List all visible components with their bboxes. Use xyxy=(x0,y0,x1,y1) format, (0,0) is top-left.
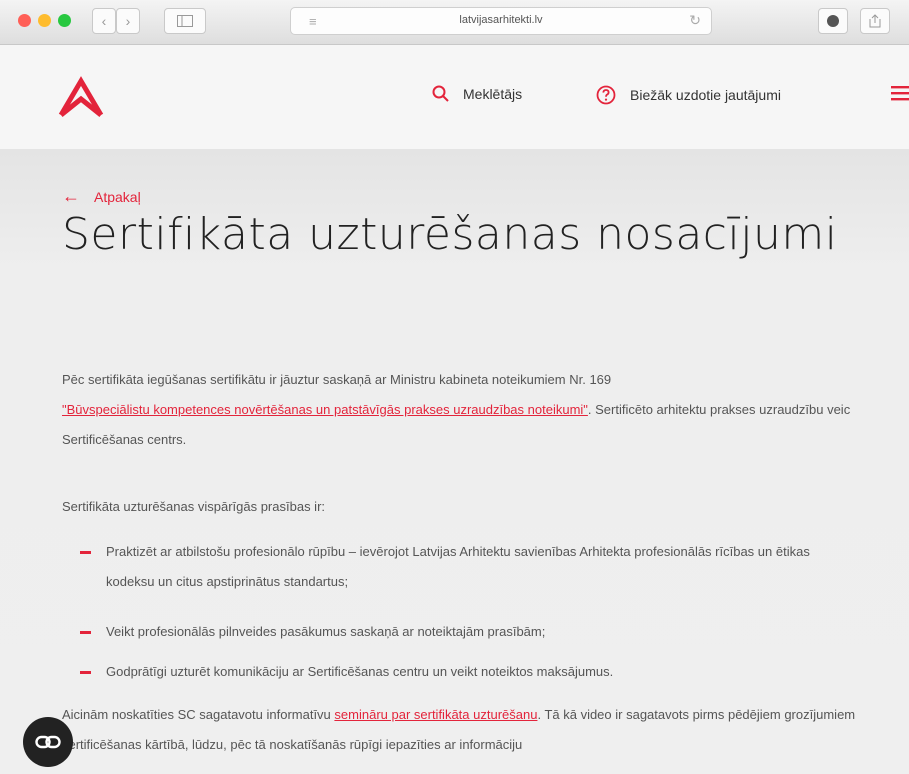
site-header: Meklētājs Biežāk uzdotie jautājumi xyxy=(0,45,909,149)
sidebar-toggle-button[interactable] xyxy=(164,8,206,34)
nav-faq[interactable]: Biežāk uzdotie jautājumi xyxy=(596,85,781,105)
address-text: latvijasarhitekti.lv xyxy=(459,14,543,26)
bullet-dash-icon xyxy=(80,631,91,634)
nav-search-label: Meklētājs xyxy=(463,85,523,102)
site-logo[interactable] xyxy=(58,75,104,124)
back-label: Atpakaļ xyxy=(94,188,141,205)
close-window-button[interactable] xyxy=(18,14,31,27)
browser-forward-button[interactable]: › xyxy=(116,8,140,34)
requirements-heading: Sertifikāta uzturēšanas vispārīgās prasī… xyxy=(62,499,326,514)
intro-text: Pēc sertifikāta iegūšanas sertifikātu ir… xyxy=(62,372,612,387)
browser-back-button[interactable]: ‹ xyxy=(92,8,116,34)
intro-paragraph: Pēc sertifikāta iegūšanas sertifikātu ir… xyxy=(62,365,862,455)
seminar-paragraph: Aicinām noskatīties SC sagatavotu inform… xyxy=(62,700,862,760)
bullet-dash-icon xyxy=(80,551,91,554)
link-icon xyxy=(35,735,61,749)
main-content: ← Atpakaļ Sertifikāta uzturēšanas nosacī… xyxy=(0,149,909,774)
search-icon xyxy=(432,85,449,102)
arrow-left-icon: ← xyxy=(62,186,80,206)
back-link[interactable]: ← Atpakaļ xyxy=(62,186,141,207)
page-title: Sertifikāta uzturēšanas nosacījumi xyxy=(62,209,838,260)
hamburger-menu-button[interactable] xyxy=(889,83,909,108)
list-item-text: Veikt profesionālās pilnveides pasākumus… xyxy=(106,624,546,639)
list-item: Veikt profesionālās pilnveides pasākumus… xyxy=(80,617,840,647)
zoom-window-button[interactable] xyxy=(58,14,71,27)
share-icon xyxy=(869,14,881,28)
minimize-window-button[interactable] xyxy=(38,14,51,27)
hamburger-icon xyxy=(891,86,909,101)
sidebar-icon xyxy=(177,15,193,27)
reload-icon[interactable]: ↻ xyxy=(689,12,701,29)
regulations-link[interactable]: "Būvspeciālistu kompetences novērtēšanas… xyxy=(62,402,588,417)
address-bar[interactable]: ≡ latvijasarhitekti.lv ↻ xyxy=(290,7,712,35)
seminar-text: Aicinām noskatīties SC sagatavotu inform… xyxy=(62,707,335,722)
logo-icon xyxy=(58,76,104,117)
share-button[interactable] xyxy=(860,8,890,34)
download-icon xyxy=(827,15,839,27)
list-item-text: Godprātīgi uzturēt komunikāciju ar Serti… xyxy=(106,664,614,679)
list-item: Godprātīgi uzturēt komunikāciju ar Serti… xyxy=(80,657,840,687)
extensions-button[interactable] xyxy=(818,8,848,34)
list-item-text: Praktizēt ar atbilstošu profesionālo rūp… xyxy=(106,544,810,589)
browser-toolbar: ‹ › ≡ latvijasarhitekti.lv ↻ xyxy=(0,0,909,45)
nav-search[interactable]: Meklētājs xyxy=(432,85,522,102)
bullet-dash-icon xyxy=(80,671,91,674)
nav-faq-label: Biežāk uzdotie jautājumi xyxy=(630,87,781,103)
seminar-link[interactable]: semināru par sertifikāta uzturēšanu xyxy=(334,707,537,722)
list-item: Praktizēt ar atbilstošu profesionālo rūp… xyxy=(80,537,840,597)
chat-widget-button[interactable] xyxy=(23,717,73,767)
question-icon xyxy=(596,85,616,105)
